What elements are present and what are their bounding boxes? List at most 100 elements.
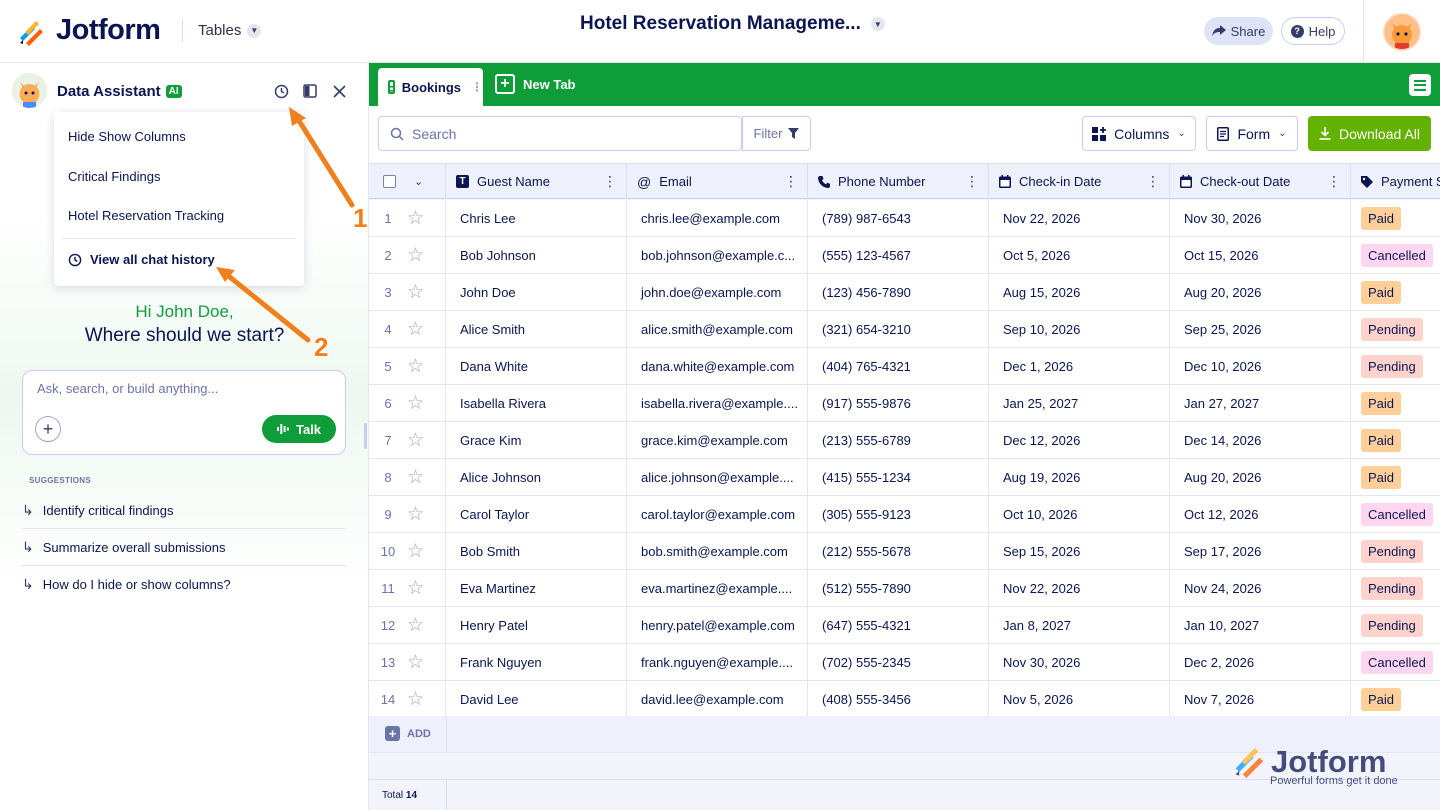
suggestion-item[interactable]: ↳ Identify critical findings xyxy=(22,492,346,529)
payment-status-cell[interactable]: Pending xyxy=(1351,348,1440,384)
phone-cell[interactable]: (917) 555-9876 xyxy=(808,385,989,421)
tab-bookings[interactable]: Bookings ⋮ xyxy=(378,68,483,106)
search-input[interactable]: Search Filter xyxy=(378,116,811,151)
table-row[interactable]: 11 ☆ Eva Martinez eva.martinez@example....(… xyxy=(369,570,1440,607)
filter-button[interactable]: Filter xyxy=(742,116,811,151)
history-icon[interactable] xyxy=(272,82,290,100)
chevron-down-icon[interactable]: ⌄ xyxy=(414,175,423,188)
check-in-cell[interactable]: Jan 8, 2027 xyxy=(989,607,1170,643)
check-in-cell[interactable]: Dec 1, 2026 xyxy=(989,348,1170,384)
star-icon[interactable]: ☆ xyxy=(407,540,424,563)
guest-name-cell[interactable]: Alice Smith xyxy=(446,311,627,347)
vertical-dots-icon[interactable]: ⋮ xyxy=(965,173,979,190)
guest-name-cell[interactable]: Alice Johnson xyxy=(446,459,627,495)
history-item[interactable]: Critical Findings xyxy=(68,169,160,184)
phone-cell[interactable]: (321) 654-3210 xyxy=(808,311,989,347)
payment-status-cell[interactable]: Pending xyxy=(1351,311,1440,347)
guest-name-cell[interactable]: Dana White xyxy=(446,348,627,384)
email-cell[interactable]: carol.taylor@example.com xyxy=(627,496,808,532)
star-icon[interactable]: ☆ xyxy=(407,466,424,489)
user-avatar[interactable] xyxy=(1383,13,1421,51)
check-in-cell[interactable]: Nov 22, 2026 xyxy=(989,200,1170,236)
email-cell[interactable]: henry.patel@example.com xyxy=(627,607,808,643)
download-all-button[interactable]: Download All xyxy=(1308,116,1431,151)
payment-status-cell[interactable]: Pending xyxy=(1351,570,1440,606)
check-in-cell[interactable]: Aug 15, 2026 xyxy=(989,274,1170,310)
check-out-cell[interactable]: Sep 25, 2026 xyxy=(1170,311,1351,347)
phone-cell[interactable]: (212) 555-5678 xyxy=(808,533,989,569)
table-row[interactable]: 8 ☆ Alice Johnson alice.johnson@example....… xyxy=(369,459,1440,496)
table-row[interactable]: 6 ☆ Isabella Rivera isabella.rivera@example… xyxy=(369,385,1440,422)
menu-icon[interactable] xyxy=(1409,74,1431,96)
check-in-cell[interactable]: Oct 10, 2026 xyxy=(989,496,1170,532)
payment-status-cell[interactable]: Cancelled xyxy=(1351,237,1440,273)
check-in-cell[interactable]: Dec 12, 2026 xyxy=(989,422,1170,458)
star-icon[interactable]: ☆ xyxy=(407,577,424,600)
payment-status-cell[interactable]: Paid xyxy=(1351,385,1440,421)
column-header-email[interactable]: @ Email ⋮ xyxy=(627,164,808,199)
guest-name-cell[interactable]: Eva Martinez xyxy=(446,570,627,606)
table-row[interactable]: 13 ☆ Frank Nguyen frank.nguyen@example....(… xyxy=(369,644,1440,681)
jotform-logo[interactable]: Jotform xyxy=(18,14,161,47)
check-out-cell[interactable]: Oct 12, 2026 xyxy=(1170,496,1351,532)
vertical-dots-icon[interactable]: ⋮ xyxy=(1146,173,1160,190)
check-in-cell[interactable]: Nov 30, 2026 xyxy=(989,644,1170,680)
column-header-payment-status[interactable]: Payment S xyxy=(1351,164,1440,199)
select-all-checkbox[interactable] xyxy=(383,175,396,188)
check-out-cell[interactable]: Aug 20, 2026 xyxy=(1170,459,1351,495)
email-cell[interactable]: eva.martinez@example.... xyxy=(627,570,808,606)
payment-status-cell[interactable]: Paid xyxy=(1351,681,1440,717)
payment-status-cell[interactable]: Pending xyxy=(1351,607,1440,643)
table-row[interactable]: 9 ☆ Carol Taylor carol.taylor@example.com (3… xyxy=(369,496,1440,533)
email-cell[interactable]: bob.smith@example.com xyxy=(627,533,808,569)
table-row[interactable]: 3 ☆ John Doe john.doe@example.com (123) 456-… xyxy=(369,274,1440,311)
vertical-dots-icon[interactable]: ⋮ xyxy=(603,173,617,190)
payment-status-cell[interactable]: Paid xyxy=(1351,422,1440,458)
payment-status-cell[interactable]: Pending xyxy=(1351,533,1440,569)
check-in-cell[interactable]: Nov 22, 2026 xyxy=(989,570,1170,606)
check-out-cell[interactable]: Dec 2, 2026 xyxy=(1170,644,1351,680)
phone-cell[interactable]: (213) 555-6789 xyxy=(808,422,989,458)
phone-cell[interactable]: (702) 555-2345 xyxy=(808,644,989,680)
history-item[interactable]: Hotel Reservation Tracking xyxy=(68,208,224,223)
help-button[interactable]: ? Help xyxy=(1281,17,1345,45)
check-out-cell[interactable]: Nov 30, 2026 xyxy=(1170,200,1351,236)
check-out-cell[interactable]: Nov 7, 2026 xyxy=(1170,681,1351,717)
check-out-cell[interactable]: Dec 14, 2026 xyxy=(1170,422,1351,458)
guest-name-cell[interactable]: John Doe xyxy=(446,274,627,310)
suggestion-item[interactable]: ↳ Summarize overall submissions xyxy=(22,529,346,566)
email-cell[interactable]: isabella.rivera@example.... xyxy=(627,385,808,421)
table-row[interactable]: 2 ☆ Bob Johnson bob.johnson@example.c... (55… xyxy=(369,237,1440,274)
check-out-cell[interactable]: Jan 27, 2027 xyxy=(1170,385,1351,421)
payment-status-cell[interactable]: Cancelled xyxy=(1351,644,1440,680)
star-icon[interactable]: ☆ xyxy=(407,207,424,230)
document-title[interactable]: Hotel Reservation Manageme... ▼ xyxy=(580,13,885,35)
email-cell[interactable]: frank.nguyen@example.... xyxy=(627,644,808,680)
view-all-history-button[interactable]: View all chat history xyxy=(68,252,215,267)
check-out-cell[interactable]: Sep 17, 2026 xyxy=(1170,533,1351,569)
table-row[interactable]: 14 ☆ David Lee david.lee@example.com (408) 5… xyxy=(369,681,1440,718)
phone-cell[interactable]: (512) 555-7890 xyxy=(808,570,989,606)
attach-button[interactable]: + xyxy=(35,416,61,442)
payment-status-cell[interactable]: Cancelled xyxy=(1351,496,1440,532)
vertical-dots-icon[interactable]: ⋮ xyxy=(784,173,798,190)
guest-name-cell[interactable]: Bob Johnson xyxy=(446,237,627,273)
star-icon[interactable]: ☆ xyxy=(407,503,424,526)
phone-cell[interactable]: (404) 765-4321 xyxy=(808,348,989,384)
column-header-phone[interactable]: Phone Number ⋮ xyxy=(808,164,989,199)
table-row[interactable]: 12 ☆ Henry Patel henry.patel@example.com (64… xyxy=(369,607,1440,644)
column-header-check-in[interactable]: Check-in Date ⋮ xyxy=(989,164,1170,199)
phone-cell[interactable]: (647) 555-4321 xyxy=(808,607,989,643)
email-cell[interactable]: chris.lee@example.com xyxy=(627,200,808,236)
email-cell[interactable]: alice.smith@example.com xyxy=(627,311,808,347)
payment-status-cell[interactable]: Paid xyxy=(1351,200,1440,236)
table-row[interactable]: 7 ☆ Grace Kim grace.kim@example.com (213) 55… xyxy=(369,422,1440,459)
suggestion-item[interactable]: ↳ How do I hide or show columns? xyxy=(22,566,346,603)
vertical-dots-icon[interactable]: ⋮ xyxy=(1327,173,1341,190)
form-button[interactable]: Form ⌄ xyxy=(1206,116,1298,151)
email-cell[interactable]: alice.johnson@example.... xyxy=(627,459,808,495)
add-row-button[interactable]: + ADD xyxy=(385,726,431,741)
star-icon[interactable]: ☆ xyxy=(407,318,424,341)
guest-name-cell[interactable]: Henry Patel xyxy=(446,607,627,643)
star-icon[interactable]: ☆ xyxy=(407,688,424,711)
